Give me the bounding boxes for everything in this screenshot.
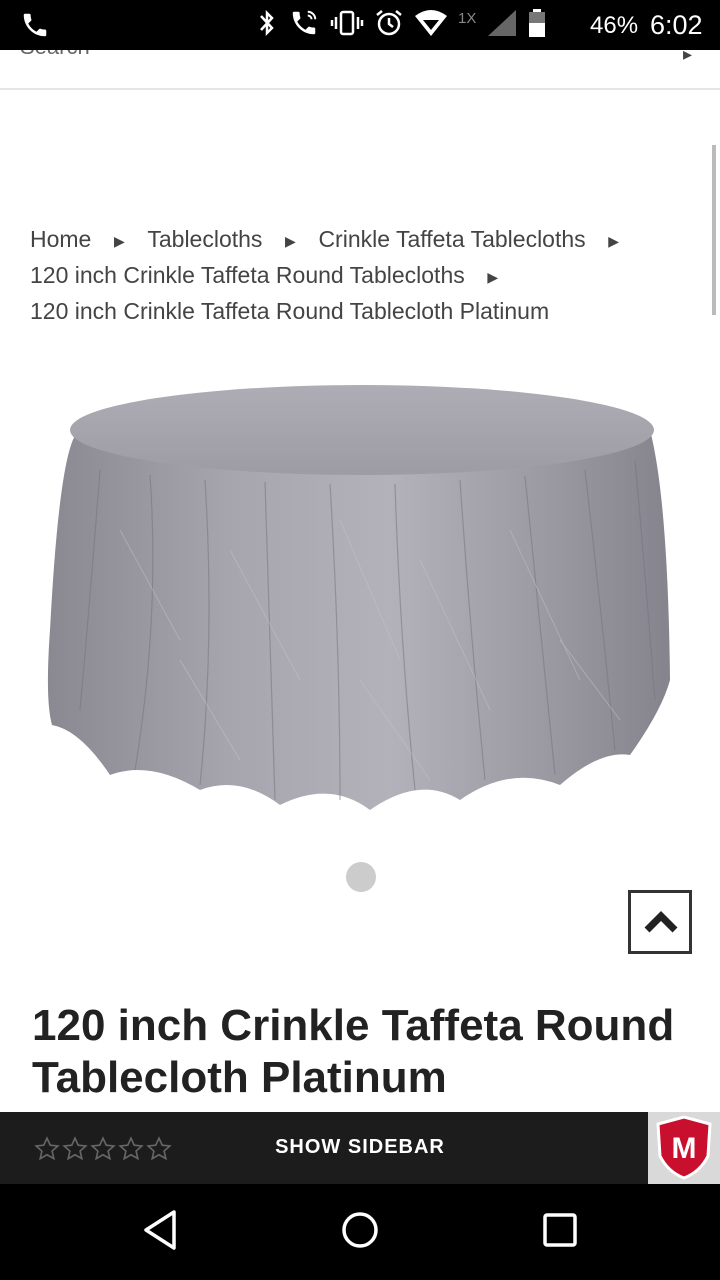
status-icons: 1X [256, 8, 546, 38]
carousel-dot[interactable] [346, 862, 376, 892]
call-settings-icon [292, 10, 317, 35]
breadcrumb-home[interactable]: Home [30, 226, 91, 252]
mcafee-badge[interactable]: M [648, 1112, 720, 1184]
bluetooth-icon [260, 9, 274, 37]
chevron-up-icon [644, 911, 678, 933]
chevron-right-icon[interactable]: ▸ [683, 50, 692, 65]
mcafee-letter: M [672, 1132, 697, 1165]
show-sidebar-button[interactable]: SHOW SIDEBAR [0, 1136, 720, 1159]
home-icon[interactable] [340, 1208, 380, 1252]
breadcrumb: Home ▶ Tablecloths ▶ Crinkle Taffeta Tablecl… [30, 222, 690, 328]
search-input[interactable]: Search [20, 50, 90, 60]
recent-apps-icon[interactable] [540, 1208, 580, 1252]
bottom-bar: SHOW SIDEBAR M [0, 1112, 720, 1184]
breadcrumb-current-product: 120 inch Crinkle Taffeta Round Tableclot… [30, 297, 550, 324]
alarm-icon [376, 10, 402, 36]
mcafee-shield-icon: M [656, 1115, 712, 1180]
scrollbar[interactable] [712, 145, 716, 315]
breadcrumb-separator-icon: ▶ [113, 232, 125, 249]
phone-icon [23, 13, 47, 37]
breadcrumb-round-tablecloths[interactable]: 120 inch Crinkle Taffeta Round Tableclot… [30, 262, 465, 288]
breadcrumb-separator-icon: ▶ [487, 268, 499, 285]
data-speed-label: 1X [458, 9, 477, 27]
navigation-bar [0, 1184, 720, 1280]
status-bar: 1X 46% 6:02 [0, 0, 720, 50]
vibrate-icon [330, 10, 364, 36]
signal-icon [488, 10, 517, 36]
breadcrumb-separator-icon: ▶ [285, 232, 296, 249]
search-bar[interactable]: Search ▸ [0, 50, 720, 90]
back-to-top-button[interactable] [628, 890, 692, 954]
breadcrumb-separator-icon: ▶ [608, 232, 620, 249]
back-icon[interactable] [140, 1208, 180, 1252]
product-title: 120 inch Crinkle Taffeta Round Tableclot… [32, 1001, 675, 1102]
breadcrumb-tablecloths[interactable]: Tablecloths [147, 226, 262, 252]
breadcrumb-crinkle-taffeta[interactable]: Crinkle Taffeta Tablecloths [318, 226, 585, 252]
product-image[interactable] [40, 380, 680, 820]
battery-percentage: 46% [590, 12, 639, 39]
battery-icon [529, 9, 546, 37]
wifi-icon [415, 10, 447, 36]
clock: 6:02 [650, 10, 703, 40]
